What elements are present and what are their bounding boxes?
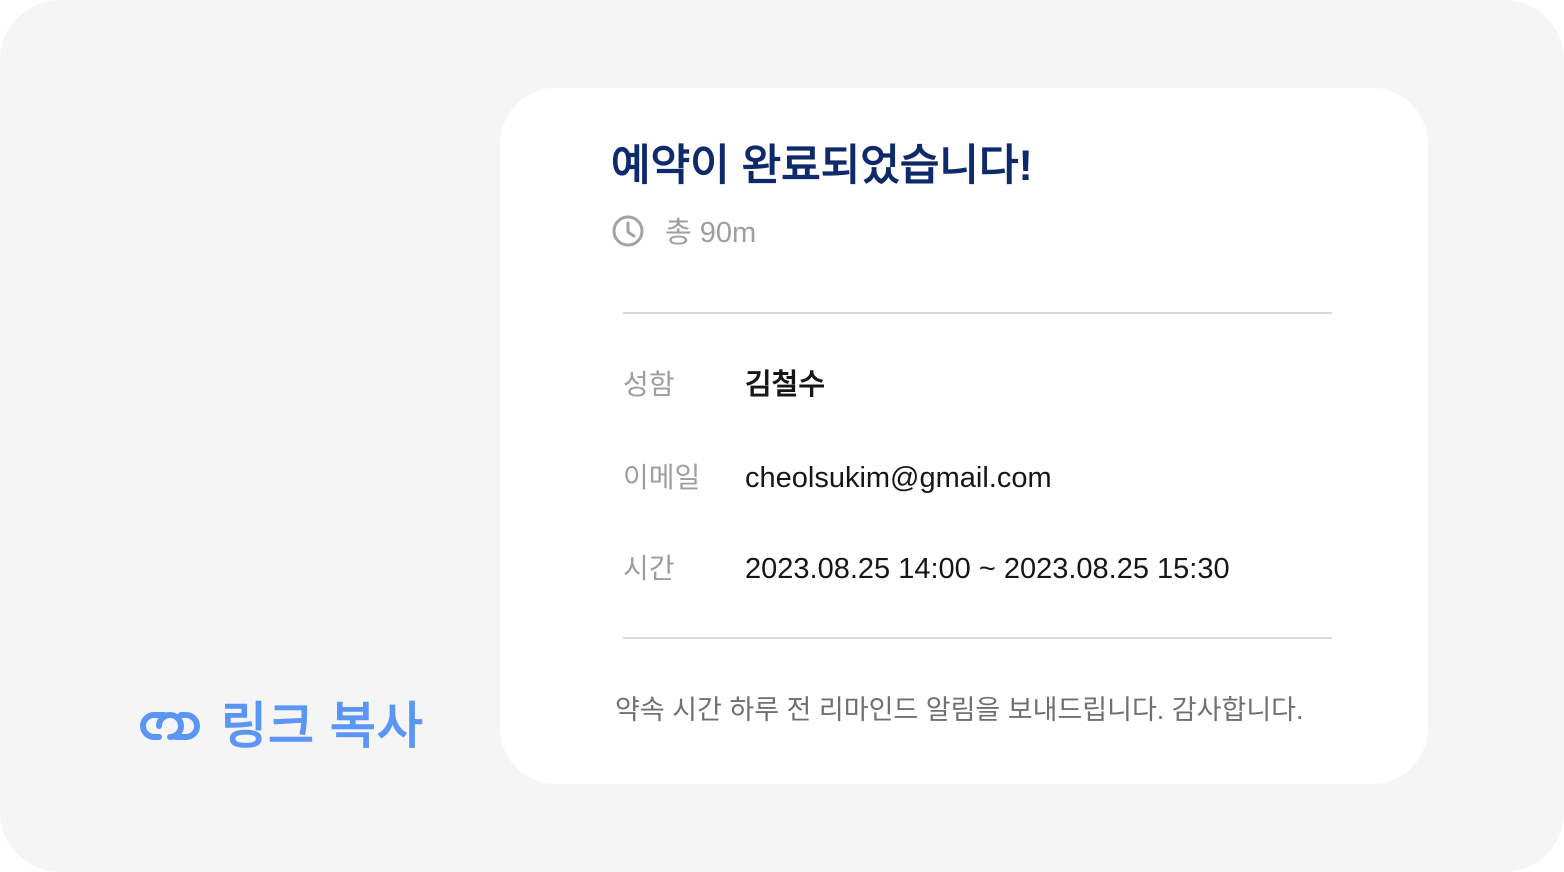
reminder-note: 약속 시간 하루 전 리마인드 알림을 보내드립니다. 감사합니다. bbox=[615, 695, 1304, 725]
detail-value-name: 김철수 bbox=[745, 369, 826, 401]
detail-value-time: 2023.08.25 14:00 ~ 2023.08.25 15:30 bbox=[745, 553, 1230, 585]
duration-text: 총 90m bbox=[665, 217, 757, 249]
detail-row-time: 시간 2023.08.25 14:00 ~ 2023.08.25 15:30 bbox=[623, 547, 1230, 591]
detail-row-name: 성함 김철수 bbox=[623, 363, 825, 407]
divider bbox=[623, 312, 1332, 314]
detail-row-email: 이메일 cheolsukim@gmail.com bbox=[623, 456, 1052, 500]
detail-label-name: 성함 bbox=[623, 369, 675, 400]
copy-link-label: 링크 복사 bbox=[221, 698, 424, 754]
link-icon bbox=[137, 706, 203, 746]
reservation-confirmation-card: 예약이 완료되었습니다! 총 90m 성함 김철수 이메일 cheolsukim… bbox=[500, 88, 1428, 784]
duration-info: 총 90m bbox=[611, 212, 756, 254]
detail-value-email: cheolsukim@gmail.com bbox=[745, 462, 1052, 494]
confirmation-title: 예약이 완료되었습니다! bbox=[611, 142, 1033, 190]
clock-icon bbox=[611, 214, 645, 253]
screen-background: 링크 복사 예약이 완료되었습니다! 총 90m 성함 김철수 이메일 cheo… bbox=[0, 0, 1564, 872]
divider bbox=[623, 637, 1332, 639]
copy-link-button[interactable]: 링크 복사 bbox=[137, 693, 424, 759]
detail-label-time: 시간 bbox=[623, 553, 675, 584]
detail-label-email: 이메일 bbox=[623, 462, 701, 493]
